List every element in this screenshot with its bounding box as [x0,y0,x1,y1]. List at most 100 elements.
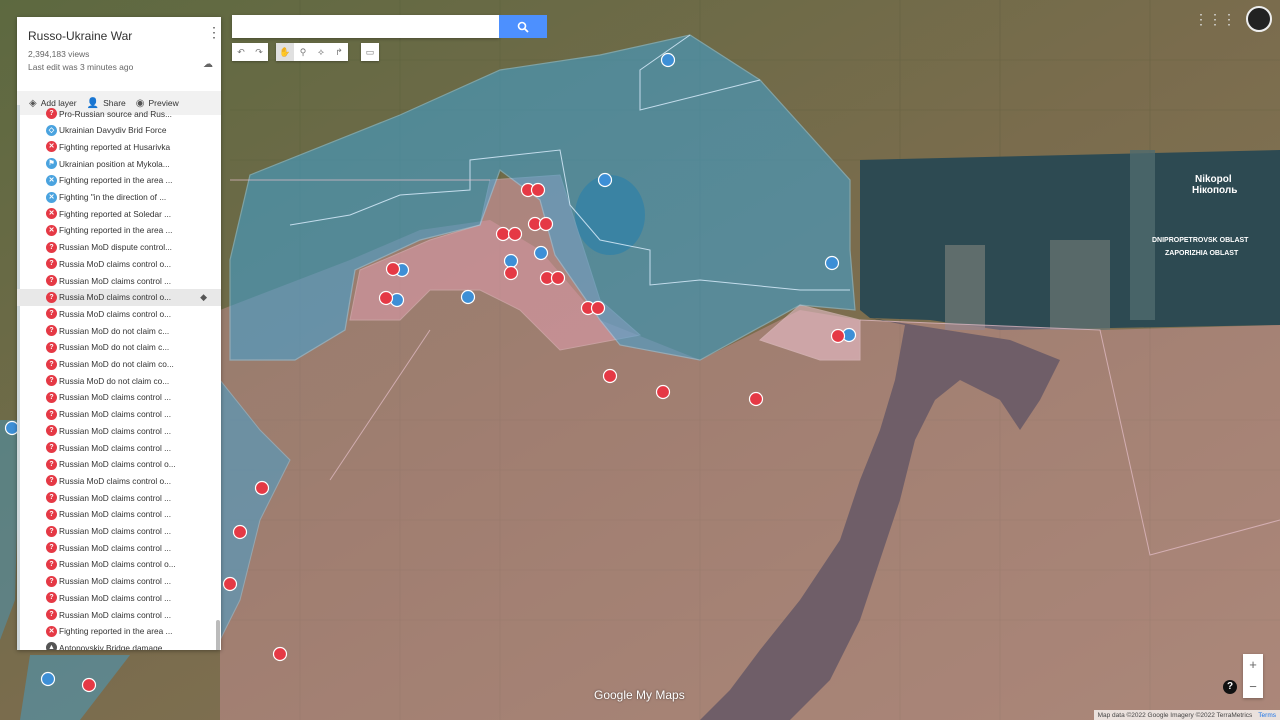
ukrainian-event-marker[interactable] [503,253,519,269]
russian-event-marker[interactable] [81,677,97,693]
layer-label: Russian MoD claims control ... [59,392,172,403]
layer-label: Russian MoD claims control ... [59,409,172,420]
layer-label: Fighting reported at Soledar ... [59,208,172,219]
layer-item[interactable]: ? Russian MoD do not claim co... [17,356,221,373]
zoom-out-button[interactable]: − [1243,676,1263,698]
question-pin-icon: ? [46,391,57,403]
russian-event-marker[interactable] [254,480,270,496]
crossed-swords-icon: ✕ [46,174,57,186]
layer-item[interactable]: ⚑ Ukrainian position at Mykola... [17,155,221,172]
marker-icon[interactable]: ⚲ [294,43,312,61]
layer-item[interactable]: ? Russian MoD claims control ... [17,506,221,523]
layer-item[interactable]: ◇ Ukrainian Davydiv Brid Force [17,122,221,139]
layer-item[interactable]: ? Russian MoD claims control ... [17,272,221,289]
russian-event-marker[interactable] [232,524,248,540]
layer-label: Russia MoD claims control o... [59,308,172,319]
layer-item[interactable]: ? Russian MoD claims control ... [17,389,221,406]
ukrainian-event-marker[interactable] [660,52,676,68]
question-pin-icon: ? [46,358,57,370]
zaporizhia-oblast-label: ZAPORIZHIA OBLAST [1165,250,1239,257]
layer-label: Russian MoD dispute control... [59,242,172,253]
avatar[interactable] [1246,6,1272,32]
layer-item[interactable]: ? Russian MoD claims control ... [17,523,221,540]
russian-event-marker[interactable] [655,384,671,400]
layer-item[interactable]: ? Russian MoD do not claim c... [17,339,221,356]
layer-item[interactable]: ? Russia MoD claims control o... [17,255,221,272]
question-pin-icon: ? [46,425,57,437]
russian-event-marker[interactable] [590,300,606,316]
layer-item[interactable]: ▲ Antonovskiy Bridge damage... [17,639,221,650]
ukrainian-event-marker[interactable] [460,289,476,305]
crossed-swords-icon: ✕ [46,208,57,220]
search-input[interactable] [232,15,499,38]
layer-item[interactable]: ? Russian MoD claims control ... [17,489,221,506]
layer-label: Russia MoD do not claim co... [59,375,170,386]
layer-item[interactable]: ? Russian MoD claims control ... [17,606,221,623]
layer-item[interactable]: ? Russian MoD claims control ... [17,439,221,456]
russian-event-marker[interactable] [495,226,511,242]
layer-item[interactable]: ? Russia MoD do not claim co... [17,372,221,389]
layer-item[interactable]: ? Russian MoD claims control ... [17,589,221,606]
ukrainian-event-marker[interactable] [40,671,56,687]
question-pin-icon: ? [46,408,57,420]
russian-event-marker[interactable] [272,646,288,662]
crossed-swords-icon: ✕ [46,191,57,203]
layer-item[interactable]: ? Russia MoD claims control o... [17,472,221,489]
russian-event-marker[interactable] [222,576,238,592]
terms-link[interactable]: Terms [1258,712,1276,719]
layer-item[interactable]: ? Russian MoD claims control o... [17,456,221,473]
layer-item[interactable]: ? Russian MoD claims control ... [17,573,221,590]
layer-list: ? Pro-Russian source and Rus... ◇ Ukrainian… [17,105,221,650]
layer-item[interactable]: ✕ Fighting reported at Soledar ... [17,205,221,222]
layer-item[interactable]: ? Pro-Russian source and Rus... [17,105,221,122]
help-icon[interactable]: ? [1223,680,1237,694]
directions-icon[interactable]: ↱ [330,43,348,61]
hand-icon[interactable]: ✋ [276,43,294,61]
ukrainian-event-marker[interactable] [533,245,549,261]
russian-event-marker[interactable] [507,226,523,242]
map-title[interactable]: Russo-Ukraine War [28,29,210,43]
question-pin-icon: ? [46,542,57,554]
draw-line-icon[interactable]: ⟡ [312,43,330,61]
russian-event-marker[interactable] [602,368,618,384]
layer-item[interactable]: ? Russian MoD claims control ... [17,539,221,556]
cloud-sync-icon: ☁ [203,59,213,70]
layer-item[interactable]: ✕ Fighting reported in the area ... [17,623,221,640]
layer-label: Russian MoD claims control ... [59,609,172,620]
layer-item[interactable]: ? Russia MoD claims control o... [17,305,221,322]
russian-event-marker[interactable] [378,290,394,306]
layer-item[interactable]: ✕ Fighting "in the direction of ... [17,189,221,206]
layer-item[interactable]: ? Russian MoD claims control ... [17,422,221,439]
russian-event-marker[interactable] [748,391,764,407]
russian-event-marker[interactable] [550,270,566,286]
layer-label: Russian MoD claims control ... [59,526,172,536]
apps-grid-icon[interactable]: ⋮⋮⋮ [1194,11,1236,28]
layer-item[interactable]: ? Russian MoD do not claim c... [17,322,221,339]
layer-item[interactable]: ✕ Fighting reported in the area ... [17,222,221,239]
undo-icon[interactable]: ↶ [232,43,250,61]
scrollbar[interactable] [216,620,220,650]
russian-event-marker[interactable] [538,216,554,232]
russian-event-marker[interactable] [385,261,401,277]
layer-item[interactable]: ✕ Fighting reported at Husarivka [17,138,221,155]
ukrainian-event-marker[interactable] [597,172,613,188]
russian-event-marker[interactable] [503,265,519,281]
russian-event-marker[interactable] [830,328,846,344]
redo-icon[interactable]: ↷ [250,43,268,61]
question-pin-icon: ? [46,375,57,387]
layer-item[interactable]: ? Russian MoD claims control o... [17,556,221,573]
zoom-control: + − [1243,654,1263,698]
ruler-icon[interactable]: ▭ [361,43,379,61]
layer-item[interactable]: ? Russian MoD claims control ... [17,406,221,423]
more-options-icon[interactable]: ⋮ [207,25,221,39]
style-paint-icon[interactable]: ◆ [200,292,207,303]
ukrainian-event-marker[interactable] [824,255,840,271]
russian-event-marker[interactable] [530,182,546,198]
layer-item[interactable]: ✕ Fighting reported in the area ... [17,172,221,189]
zoom-in-button[interactable]: + [1243,654,1263,676]
layer-item[interactable]: ? Russia MoD claims control o... ◆ [17,288,221,306]
layer-item[interactable]: ? Russian MoD dispute control... [17,239,221,256]
layer-label: Fighting "in the direction of ... [59,192,167,202]
search-button[interactable] [499,15,547,38]
question-pin-icon: ? [46,575,57,587]
